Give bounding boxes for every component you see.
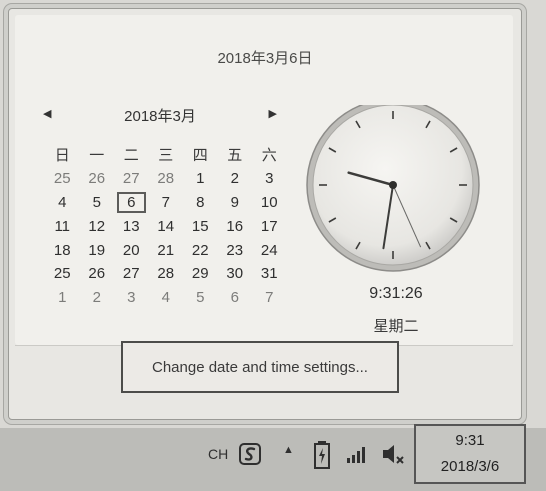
calendar-day[interactable]: 26: [80, 167, 115, 191]
calendar-day[interactable]: 18: [45, 238, 80, 262]
calendar-day[interactable]: 5: [80, 191, 115, 215]
calendar-day[interactable]: 5: [183, 286, 218, 310]
change-date-time-settings-link[interactable]: Change date and time settings...: [121, 341, 399, 393]
taskbar-time: 9:31: [455, 432, 485, 449]
weekday-header: 六: [261, 147, 277, 165]
calendar-day[interactable]: 1: [183, 167, 218, 191]
calendar-day[interactable]: 3: [252, 167, 287, 191]
weekday-header: 五: [227, 147, 243, 165]
weekday-header: 三: [158, 147, 174, 165]
calendar-day[interactable]: 10: [252, 191, 287, 215]
calendar-day-today[interactable]: 6: [117, 191, 146, 214]
battery-charging-icon[interactable]: [312, 440, 332, 470]
taskbar-clock[interactable]: 9:31 2018/3/6: [414, 424, 526, 484]
calendar-day[interactable]: 15: [183, 214, 218, 238]
calendar-day[interactable]: 28: [149, 167, 184, 191]
calendar-day[interactable]: 13: [114, 214, 149, 238]
calendar-day[interactable]: 29: [183, 262, 218, 286]
analog-clock: [306, 105, 480, 272]
calendar-day[interactable]: 7: [252, 286, 287, 310]
calendar-grid: 日一二三四五六 25 26 27 28 1 2 3 4 5 6 7 8 9 10 11 12 13 14 15 16 17…: [45, 143, 287, 310]
calendar-day[interactable]: 25: [45, 262, 80, 286]
calendar-day[interactable]: 8: [183, 191, 218, 215]
clock-center: [389, 181, 397, 189]
calendar-day[interactable]: 3: [114, 286, 149, 310]
calendar-day[interactable]: 30: [218, 262, 253, 286]
weekday-header: 四: [192, 147, 208, 165]
calendar-day[interactable]: 6: [218, 286, 253, 310]
calendar-day[interactable]: 27: [114, 262, 149, 286]
calendar-day[interactable]: 16: [218, 214, 253, 238]
calendar-day[interactable]: 25: [45, 167, 80, 191]
calendar-navigation: ◀ 2018年3月 ▶: [43, 105, 277, 127]
taskbar-date: 2018/3/6: [440, 458, 500, 475]
calendar-day[interactable]: 14: [149, 214, 184, 238]
full-date-header[interactable]: 2018年3月6日: [9, 47, 521, 68]
calendar-day[interactable]: 9: [218, 191, 253, 215]
month-label[interactable]: 2018年3月: [43, 105, 277, 126]
calendar-day[interactable]: 28: [149, 262, 184, 286]
weekday-label: 星期二: [373, 318, 419, 335]
calendar-day[interactable]: 1: [45, 286, 80, 310]
calendar-day[interactable]: 20: [114, 238, 149, 262]
digital-time: 9:31:26: [369, 285, 423, 302]
weekday-header: 一: [89, 147, 105, 165]
calendar-day[interactable]: 11: [45, 214, 80, 238]
calendar-day[interactable]: 21: [149, 238, 184, 262]
calendar-day[interactable]: 17: [252, 214, 287, 238]
calendar-day[interactable]: 24: [252, 238, 287, 262]
calendar-day[interactable]: 19: [80, 238, 115, 262]
weekday-header: 二: [123, 147, 139, 165]
calendar-day[interactable]: 23: [218, 238, 253, 262]
date-time-popup: 2018年3月6日 ◀ 2018年3月 ▶ 日一二三四五六 25 26 27 28 1 2 3…: [8, 8, 522, 420]
calendar-day[interactable]: 2: [218, 167, 253, 191]
weekday-header: 日: [54, 147, 70, 165]
calendar-day[interactable]: 2: [80, 286, 115, 310]
show-hidden-icons-icon[interactable]: ▲: [283, 444, 294, 456]
sogou-ime-icon[interactable]: [238, 442, 262, 466]
calendar-day[interactable]: 31: [252, 262, 287, 286]
calendar-day[interactable]: 27: [114, 167, 149, 191]
calendar-day[interactable]: 22: [183, 238, 218, 262]
calendar-day[interactable]: 26: [80, 262, 115, 286]
calendar-day[interactable]: 12: [80, 214, 115, 238]
volume-muted-icon[interactable]: [380, 442, 406, 466]
calendar-day[interactable]: 7: [149, 191, 184, 215]
calendar-day[interactable]: 4: [45, 191, 80, 215]
network-signal-icon[interactable]: [346, 444, 368, 464]
next-month-icon[interactable]: ▶: [269, 107, 277, 120]
input-language-indicator[interactable]: CH: [208, 446, 228, 462]
calendar-day[interactable]: 4: [149, 286, 184, 310]
